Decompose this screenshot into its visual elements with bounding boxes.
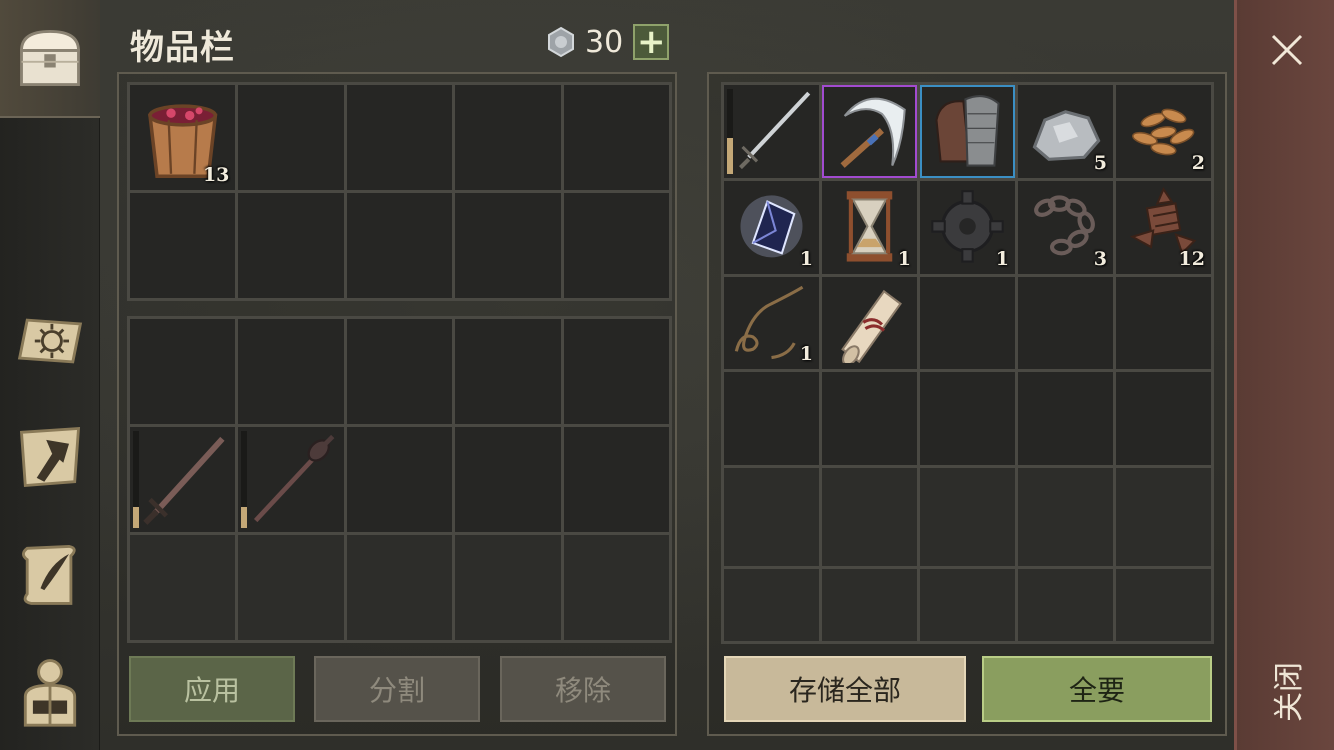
item-slot[interactable]: 3: [1018, 180, 1113, 274]
item-count: 1: [897, 247, 911, 270]
empty-slot[interactable]: [346, 319, 453, 424]
empty-slot[interactable]: [455, 319, 561, 424]
item-count: 13: [202, 164, 230, 186]
empty-slot[interactable]: [920, 468, 1015, 566]
sun-book-icon: [12, 303, 88, 379]
item-slot[interactable]: 1: [724, 180, 819, 274]
item-count: 12: [1178, 247, 1205, 270]
item-slot[interactable]: 5: [1018, 85, 1113, 178]
currency-display: 30 +: [545, 22, 670, 62]
empty-slot[interactable]: [1018, 468, 1113, 566]
take-all-button[interactable]: 全要: [982, 656, 1212, 722]
empty-slot[interactable]: [920, 276, 1015, 370]
empty-slot[interactable]: [920, 569, 1015, 641]
empty-slot[interactable]: [346, 427, 453, 532]
empty-slot[interactable]: [563, 193, 669, 298]
empty-slot[interactable]: [920, 372, 1015, 465]
plus-icon: +: [636, 22, 666, 62]
item-slot[interactable]: [238, 427, 344, 532]
empty-slot[interactable]: [1116, 468, 1211, 566]
item-slot[interactable]: 1: [822, 180, 917, 274]
item-count: 2: [1191, 151, 1205, 174]
tab-quests[interactable]: [0, 514, 100, 632]
item-slot[interactable]: [920, 85, 1015, 178]
tab-journal[interactable]: [0, 282, 100, 400]
add-currency-button[interactable]: +: [633, 22, 670, 62]
empty-slot[interactable]: [130, 193, 236, 298]
empty-slot[interactable]: [1116, 372, 1211, 465]
gauntlet-icon: [920, 85, 1015, 178]
empty-slot[interactable]: [1116, 276, 1211, 370]
empty-slot[interactable]: [455, 535, 561, 640]
empty-slot[interactable]: [563, 319, 669, 424]
empty-slot[interactable]: [238, 193, 344, 298]
long-sword-icon: [724, 85, 819, 178]
item-count: 1: [995, 247, 1009, 270]
empty-slot[interactable]: [238, 85, 344, 190]
empty-slot[interactable]: [724, 569, 819, 641]
chest-icon: [12, 20, 88, 96]
empty-slot[interactable]: [455, 193, 561, 298]
tab-crafting[interactable]: [0, 398, 100, 516]
close-icon[interactable]: [1267, 30, 1307, 70]
item-count: 3: [1093, 247, 1107, 270]
inventory-grid-top: 13: [127, 82, 672, 301]
item-slot[interactable]: 2: [1116, 85, 1211, 178]
item-slot[interactable]: 1: [724, 276, 819, 370]
empty-slot[interactable]: [238, 535, 344, 640]
empty-slot[interactable]: [455, 85, 561, 190]
empty-slot[interactable]: [822, 468, 917, 566]
sickle-icon: [822, 85, 917, 178]
item-count: 1: [799, 343, 813, 366]
empty-slot[interactable]: [1018, 276, 1113, 370]
empty-slot[interactable]: [563, 535, 669, 640]
side-tab-rail: [0, 0, 100, 750]
inventory-grid-bottom: [127, 316, 672, 643]
empty-slot[interactable]: [563, 85, 669, 190]
empty-slot[interactable]: [822, 372, 917, 465]
empty-slot[interactable]: [130, 535, 236, 640]
remove-button[interactable]: 移除: [500, 656, 666, 722]
empty-slot[interactable]: [1018, 569, 1113, 641]
mace-icon: [238, 427, 343, 532]
empty-slot[interactable]: [346, 193, 453, 298]
tab-character[interactable]: [0, 632, 100, 750]
item-count: 1: [799, 247, 813, 270]
empty-slot[interactable]: [346, 535, 453, 640]
item-slot[interactable]: [822, 276, 917, 370]
currency-value: 30: [585, 24, 624, 60]
store-all-button[interactable]: 存储全部: [724, 656, 966, 722]
item-slot[interactable]: 1: [920, 180, 1015, 274]
empty-slot[interactable]: [346, 85, 453, 190]
empty-slot[interactable]: [563, 427, 669, 532]
hammer-map-icon: [12, 419, 88, 495]
empty-slot[interactable]: [455, 427, 561, 532]
item-slot[interactable]: [724, 85, 819, 178]
item-slot[interactable]: [822, 85, 917, 178]
quill-scroll-icon: [12, 535, 88, 611]
item-slot[interactable]: [130, 427, 236, 532]
empty-slot[interactable]: [1116, 569, 1211, 641]
character-backpack-icon: [12, 653, 88, 729]
silver-coin-icon: [545, 26, 577, 58]
tab-inventory[interactable]: [0, 0, 100, 118]
empty-slot[interactable]: [238, 319, 344, 424]
page-title: 物品栏: [130, 28, 235, 68]
close-strip[interactable]: 关闭: [1234, 0, 1334, 750]
apply-button[interactable]: 应用: [129, 656, 295, 722]
scroll-icon: [822, 277, 917, 370]
empty-slot[interactable]: [724, 468, 819, 566]
sword-icon: [130, 427, 235, 532]
item-count: 5: [1093, 151, 1107, 174]
empty-slot[interactable]: [1018, 372, 1113, 465]
item-slot[interactable]: 12: [1116, 180, 1211, 274]
empty-slot[interactable]: [724, 372, 819, 465]
item-slot[interactable]: 13: [130, 85, 236, 190]
empty-slot[interactable]: [130, 319, 236, 424]
close-label[interactable]: 关闭: [1264, 662, 1308, 722]
empty-slot[interactable]: [822, 569, 917, 641]
storage-grid: 5 2 1 1 1 3 12 1: [721, 82, 1214, 644]
split-button[interactable]: 分割: [314, 656, 480, 722]
